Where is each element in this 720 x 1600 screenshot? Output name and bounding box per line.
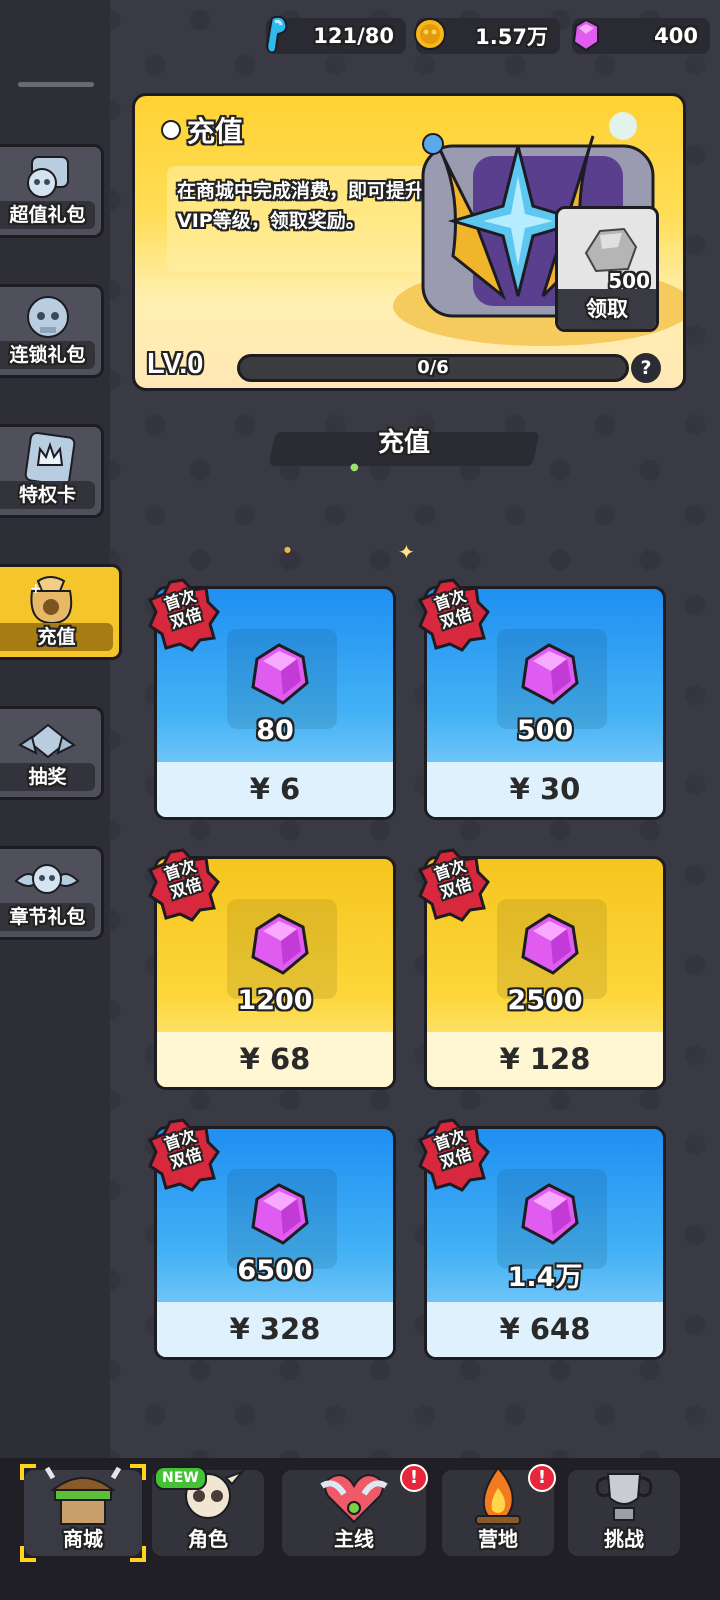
heart-wings-icon	[320, 1474, 388, 1524]
stamina-value: 121/80	[313, 24, 394, 48]
gem-icon	[572, 18, 599, 52]
sidebar-item-label: 抽奖	[0, 763, 95, 791]
banner-title-text: 充值	[187, 115, 244, 148]
sparkle-icon: ●	[350, 462, 359, 473]
sidebar-item-chapter-pack[interactable]: 章节礼包	[0, 846, 104, 940]
stamina-counter[interactable]: 121/80	[266, 15, 406, 54]
selection-corner	[20, 1464, 36, 1480]
gem-icon	[521, 1183, 579, 1245]
shop-icon	[44, 1466, 122, 1525]
sidebar-item-value-pack[interactable]: 超值礼包	[0, 144, 104, 238]
price-button[interactable]: ¥ 6	[157, 762, 393, 817]
nav-label: 营地	[478, 1527, 518, 1551]
vip-banner: 充值 在商城中完成消费，即可提升VIP等级，领取奖励。 500 领取 LV.0 …	[132, 93, 686, 391]
gem-value: 400	[654, 24, 698, 48]
sidebar-handle	[18, 82, 94, 87]
price-button[interactable]: ¥ 328	[157, 1302, 393, 1357]
winged-skull-icon	[14, 864, 80, 894]
alert-badge: !	[400, 1464, 428, 1492]
first-double-badge: 首次 双倍	[146, 1118, 220, 1192]
price-button[interactable]: ¥ 68	[157, 1032, 393, 1087]
sidebar-item-label: 章节礼包	[0, 903, 95, 931]
gem-icon	[251, 913, 309, 975]
gem-icon	[521, 913, 579, 975]
first-double-badge: 首次 双倍	[146, 578, 220, 652]
first-double-badge: 首次 双倍	[416, 1118, 490, 1192]
gem-amount: 2500	[507, 985, 583, 1016]
gem-icon	[251, 643, 309, 705]
gem-amount: 6500	[237, 1255, 313, 1286]
price-button[interactable]: ¥ 128	[427, 1032, 663, 1087]
sidebar-item-label: 连锁礼包	[0, 341, 95, 369]
lottery-chest-icon	[18, 723, 76, 759]
nav-tab-challenge[interactable]: 挑战	[568, 1470, 680, 1556]
trophy-icon	[595, 1473, 653, 1521]
sidebar-item-label: 特权卡	[0, 481, 95, 509]
nav-tab-shop[interactable]: 商城	[20, 1464, 146, 1562]
vip-progress-bar: 0/6	[237, 354, 629, 382]
gem-icon	[521, 643, 579, 705]
new-tag: NEW	[154, 1466, 207, 1490]
gem-amount: 1200	[237, 985, 313, 1016]
price-button[interactable]: ¥ 30	[427, 762, 663, 817]
stamina-icon	[266, 15, 288, 54]
claim-button[interactable]: 领取	[558, 289, 656, 329]
sidebar-item-label: 充值	[0, 623, 113, 651]
sparkle-icon: ✦	[398, 540, 415, 564]
nav-tab-camp[interactable]: ! 营地	[442, 1464, 556, 1556]
coin-counter[interactable]: 1.57万	[414, 18, 560, 54]
nav-tab-main-story[interactable]: ! 主线	[282, 1464, 428, 1556]
skull-coin-icon	[414, 18, 446, 50]
category-sidebar: 超值礼包 连锁礼包 特权卡 + 充值 抽奖 章节礼包	[0, 0, 122, 1490]
alert-badge: !	[528, 1464, 556, 1492]
selection-corner	[130, 1464, 146, 1480]
nav-label: 挑战	[604, 1527, 644, 1551]
nav-label: 角色	[188, 1527, 228, 1551]
nav-label: 主线	[334, 1527, 374, 1551]
sidebar-item-label: 超值礼包	[0, 201, 95, 229]
price-button[interactable]: ¥ 648	[427, 1302, 663, 1357]
nav-tab-character[interactable]: NEW 角色	[152, 1466, 264, 1556]
sparkle-icon: ●	[284, 545, 291, 554]
banner-title: 充值	[161, 110, 243, 150]
first-double-badge: 首次 双倍	[416, 848, 490, 922]
nav-label: 商城	[63, 1527, 103, 1551]
vip-progress-text: 0/6	[417, 357, 449, 378]
gem-icon	[251, 1183, 309, 1245]
currency-bar: 121/80 1.57万 400	[262, 15, 710, 58]
coin-value: 1.57万	[475, 25, 548, 49]
sidebar-item-privilege-card[interactable]: 特权卡	[0, 424, 104, 518]
vip-level: LV.0	[147, 348, 204, 380]
bottom-navigation: 商城 NEW 角色 ! 主线 ! 营地 挑战	[0, 1458, 720, 1600]
crown-card-icon	[24, 431, 76, 487]
coin-bag-icon: +	[30, 576, 73, 625]
gem-amount: 80	[256, 715, 294, 746]
gem-counter[interactable]: 400	[572, 18, 710, 54]
gem-amount: 500	[516, 715, 574, 746]
first-double-badge: 首次 双倍	[146, 848, 220, 922]
campfire-icon	[475, 1466, 521, 1525]
section-title: 充值	[377, 428, 430, 458]
sidebar-item-chain-pack[interactable]: 连锁礼包	[0, 284, 104, 378]
svg-text:+: +	[30, 581, 42, 597]
title-dot-icon	[161, 120, 181, 140]
chain-skull-icon	[27, 296, 69, 338]
reward-claim-box[interactable]: 500 领取	[555, 206, 659, 332]
skull-gift-icon	[27, 156, 69, 198]
first-double-badge: 首次 双倍	[416, 578, 490, 652]
sidebar-item-lottery[interactable]: 抽奖	[0, 706, 104, 800]
gem-amount: 1.4万	[507, 1262, 583, 1293]
help-button[interactable]: ?	[631, 353, 661, 383]
sidebar-item-recharge[interactable]: + 充值	[0, 564, 122, 660]
